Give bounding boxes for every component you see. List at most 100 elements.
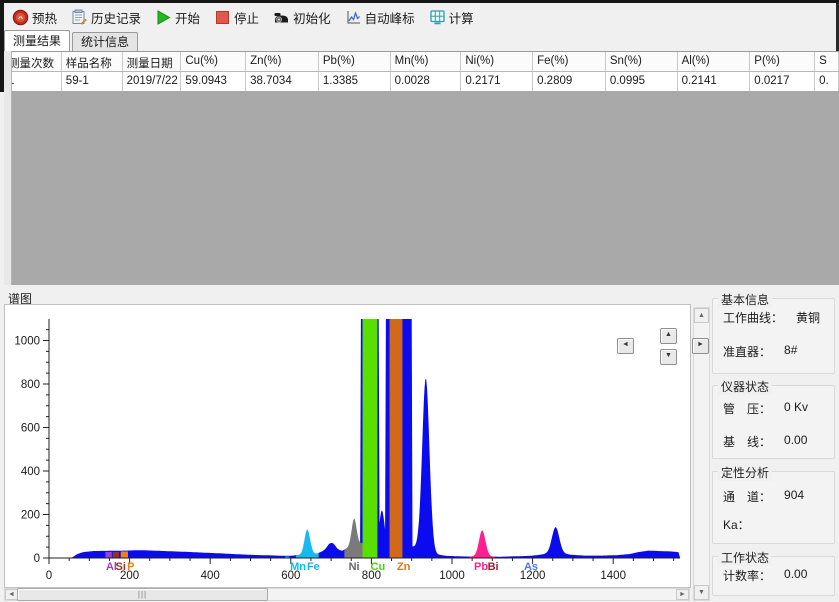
- table-cell: 59.0943: [181, 72, 246, 91]
- preheat-icon: [12, 9, 29, 26]
- element-label-P: P: [127, 561, 134, 573]
- column-header[interactable]: Zn(%): [246, 52, 319, 71]
- auto-peak-icon: [345, 9, 362, 26]
- info-item-value: 904: [784, 488, 804, 505]
- table-cell: 59-1: [62, 72, 123, 91]
- info-item-label: 准直器：: [723, 343, 771, 360]
- column-header[interactable]: Cu(%): [181, 52, 246, 71]
- info-item-value: 黄铜: [796, 309, 820, 326]
- toolbar-button-label: 历史记录: [91, 8, 141, 27]
- group-title: 仪器状态: [718, 378, 772, 395]
- toolbar-button-calculate[interactable]: 计算: [424, 5, 481, 30]
- spectrum-chart-panel: 0200400600800100002004006008001000120014…: [4, 304, 691, 588]
- spectrum-plot[interactable]: 0200400600800100002004006008001000120014…: [5, 305, 690, 587]
- pan-left-icon: ◄: [622, 341, 629, 348]
- group-qualitative-analysis: 定性分析通 道：904Ka：: [712, 471, 835, 544]
- info-item: 基 线： 0.00: [723, 433, 807, 450]
- column-header[interactable]: Pb(%): [319, 52, 391, 71]
- info-item: 管 压： 0 Kv: [723, 400, 808, 417]
- column-header[interactable]: Al(%): [678, 52, 751, 71]
- group-title: 工作状态: [718, 549, 772, 566]
- initialize-icon: [273, 9, 290, 26]
- table-cell: 0.2809: [533, 72, 606, 91]
- x-tick-label: 400: [201, 570, 220, 582]
- peak-Pb: [469, 530, 495, 558]
- element-label-Fe: Fe: [307, 561, 320, 573]
- table-cell: 0.0995: [606, 72, 678, 91]
- column-header[interactable]: 样品名称: [62, 52, 123, 71]
- thumb-grip-icon: |||: [138, 590, 147, 599]
- info-item: Ka：: [723, 516, 763, 533]
- table-cell: 38.7034: [246, 72, 319, 91]
- y-tick-label: 400: [21, 466, 40, 478]
- info-item-label: 通 道：: [723, 488, 771, 505]
- table-cell: 1.3385: [319, 72, 391, 91]
- info-item-value: 0.00: [784, 433, 807, 450]
- table-cell: 0.2141: [678, 72, 751, 91]
- table-row[interactable]: 159-12019/7/2259.094338.70341.33850.0028…: [4, 72, 839, 92]
- marker-bar-Al: [105, 552, 111, 558]
- info-item-label: 管 压：: [723, 400, 771, 417]
- horizontal-scrollbar-thumb[interactable]: |||: [17, 588, 268, 601]
- element-label-As: As: [524, 561, 538, 573]
- column-header[interactable]: P(%): [750, 52, 815, 71]
- stop-icon: [214, 9, 231, 26]
- marker-bar-Si: [113, 552, 119, 558]
- scroll-right-button[interactable]: ►: [676, 589, 689, 600]
- column-header[interactable]: Ni(%): [461, 52, 533, 71]
- column-header[interactable]: Fe(%): [533, 52, 606, 71]
- toolbar-button-label: 计算: [449, 8, 474, 27]
- table-cell: 0.: [815, 72, 839, 91]
- info-item: 准直器：8#: [723, 343, 797, 360]
- toolbar: 预热 历史记录开始停止初始化自动峰标 计算: [4, 3, 836, 32]
- table-header-row: 测量次数样品名称测量日期Cu(%)Zn(%)Pb(%)Mn(%)Ni(%)Fe(…: [4, 52, 839, 72]
- pan-up-icon: ▲: [665, 331, 672, 338]
- y-tick-label: 0: [34, 553, 40, 565]
- element-label-Ni: Ni: [349, 561, 360, 573]
- toolbar-button-stop[interactable]: 停止: [209, 5, 266, 30]
- group-instrument-status: 仪器状态管 压：0 Kv基 线：0.00: [712, 385, 835, 459]
- info-item-value: 0 Kv: [784, 400, 808, 417]
- table-cell: 1: [4, 72, 62, 91]
- toolbar-button-label: 预热: [32, 8, 57, 27]
- x-tick-label: 1400: [600, 570, 626, 582]
- column-header[interactable]: 测量次数: [4, 52, 62, 71]
- toolbar-button-history[interactable]: 历史记录: [66, 5, 148, 30]
- scroll-up-button[interactable]: ▲: [694, 308, 709, 323]
- x-tick-label: 1000: [439, 570, 465, 582]
- y-tick-label: 1000: [14, 336, 40, 348]
- tab-statistics[interactable]: 统计信息: [72, 32, 138, 51]
- toolbar-button-auto-peak[interactable]: 自动峰标: [340, 5, 422, 30]
- info-item: 计数率： 0.00: [723, 567, 807, 584]
- roi-bar-Cu: [363, 319, 378, 558]
- info-item-label: 计数率：: [723, 567, 771, 584]
- pan-down-button[interactable]: ▼: [660, 349, 677, 365]
- y-tick-label: 800: [21, 379, 40, 391]
- roi-bar-Zn: [390, 319, 403, 558]
- tab-bar: 测量结果统计信息: [4, 32, 836, 51]
- history-icon: [71, 9, 88, 26]
- y-tick-label: 600: [21, 423, 40, 435]
- column-header[interactable]: S: [815, 52, 839, 71]
- toolbar-button-preheat[interactable]: 预热: [7, 5, 64, 30]
- group-basic-info: 基本信息工作曲线：黄铜准直器：8#: [712, 298, 835, 374]
- info-item: 通 道： 904: [723, 488, 804, 505]
- element-label-Mn: Mn: [290, 561, 306, 573]
- element-label-Zn: Zn: [397, 561, 411, 573]
- pan-up-button[interactable]: ▲: [660, 328, 677, 344]
- column-header[interactable]: Mn(%): [391, 52, 462, 71]
- peak-Fe: [296, 530, 319, 558]
- column-header[interactable]: 测量日期: [123, 52, 182, 71]
- element-label-Cu: Cu: [371, 561, 386, 573]
- tab-measure-results[interactable]: 测量结果: [4, 30, 70, 51]
- table-row-header-strip: [4, 51, 12, 285]
- column-header[interactable]: Sn(%): [606, 52, 678, 71]
- info-item-label: 基 线：: [723, 433, 771, 450]
- scroll-down-button[interactable]: ▼: [694, 585, 709, 600]
- toolbar-button-start[interactable]: 开始: [150, 5, 207, 30]
- pan-left-button[interactable]: ◄: [617, 338, 634, 354]
- pan-right-button[interactable]: ►: [692, 338, 709, 354]
- x-tick-label: 0: [46, 570, 52, 582]
- info-item-value: 0.00: [784, 567, 807, 584]
- toolbar-button-initialize[interactable]: 初始化: [268, 5, 338, 30]
